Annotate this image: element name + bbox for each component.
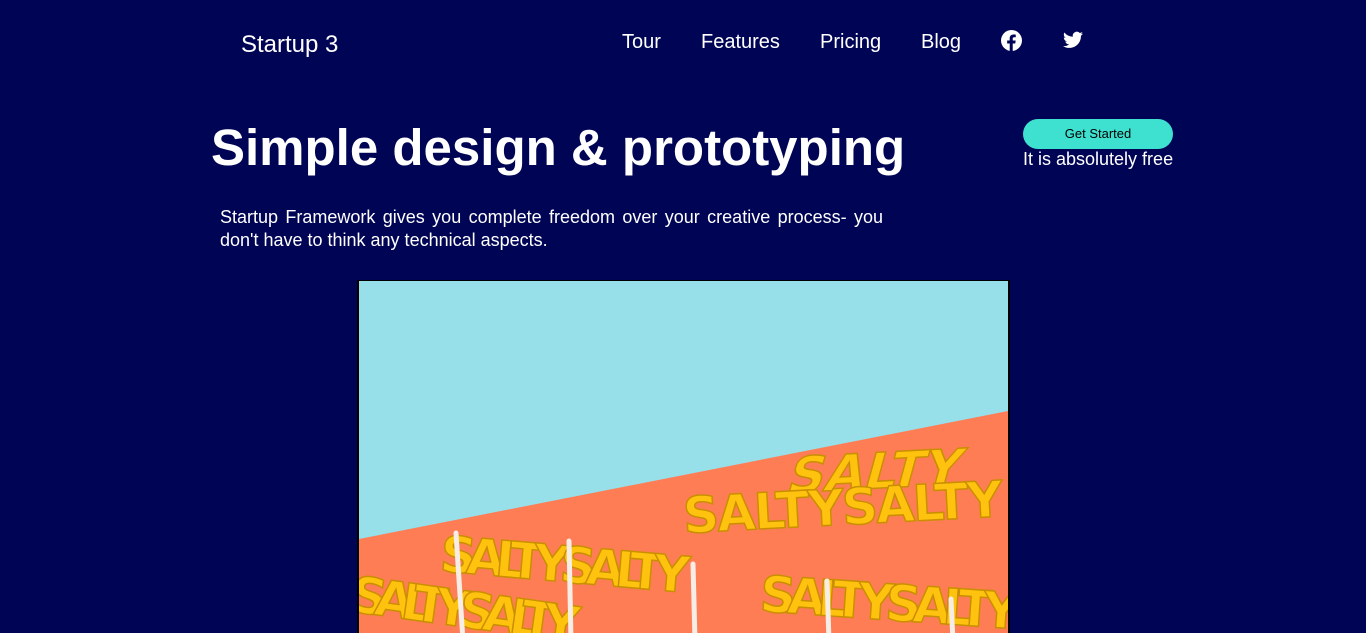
salty-sign-illustration: SALTY SALTYSALTY SALTYSALTY SALTYSALTY S… (359, 281, 1008, 633)
nav-link-blog[interactable]: Blog (921, 30, 961, 54)
hero-description: Startup Framework gives you complete fre… (220, 207, 883, 250)
hero-title: Simple design & prototyping (211, 119, 906, 176)
nav-link-pricing[interactable]: Pricing (820, 30, 881, 54)
facebook-icon[interactable] (1001, 30, 1022, 51)
hero-image: SALTY SALTYSALTY SALTYSALTY SALTYSALTY S… (357, 280, 1010, 633)
nav-link-tour[interactable]: Tour (622, 30, 661, 54)
twitter-icon[interactable] (1063, 31, 1083, 49)
nav-link-features[interactable]: Features (701, 30, 780, 54)
cta-note: It is absolutely free (1023, 149, 1174, 169)
get-started-button[interactable]: Get Started (1023, 119, 1173, 149)
top-nav: Tour Features Pricing Blog (0, 30, 1366, 54)
landing-page: Startup 3 Tour Features Pricing Blog Sim… (0, 0, 1366, 633)
